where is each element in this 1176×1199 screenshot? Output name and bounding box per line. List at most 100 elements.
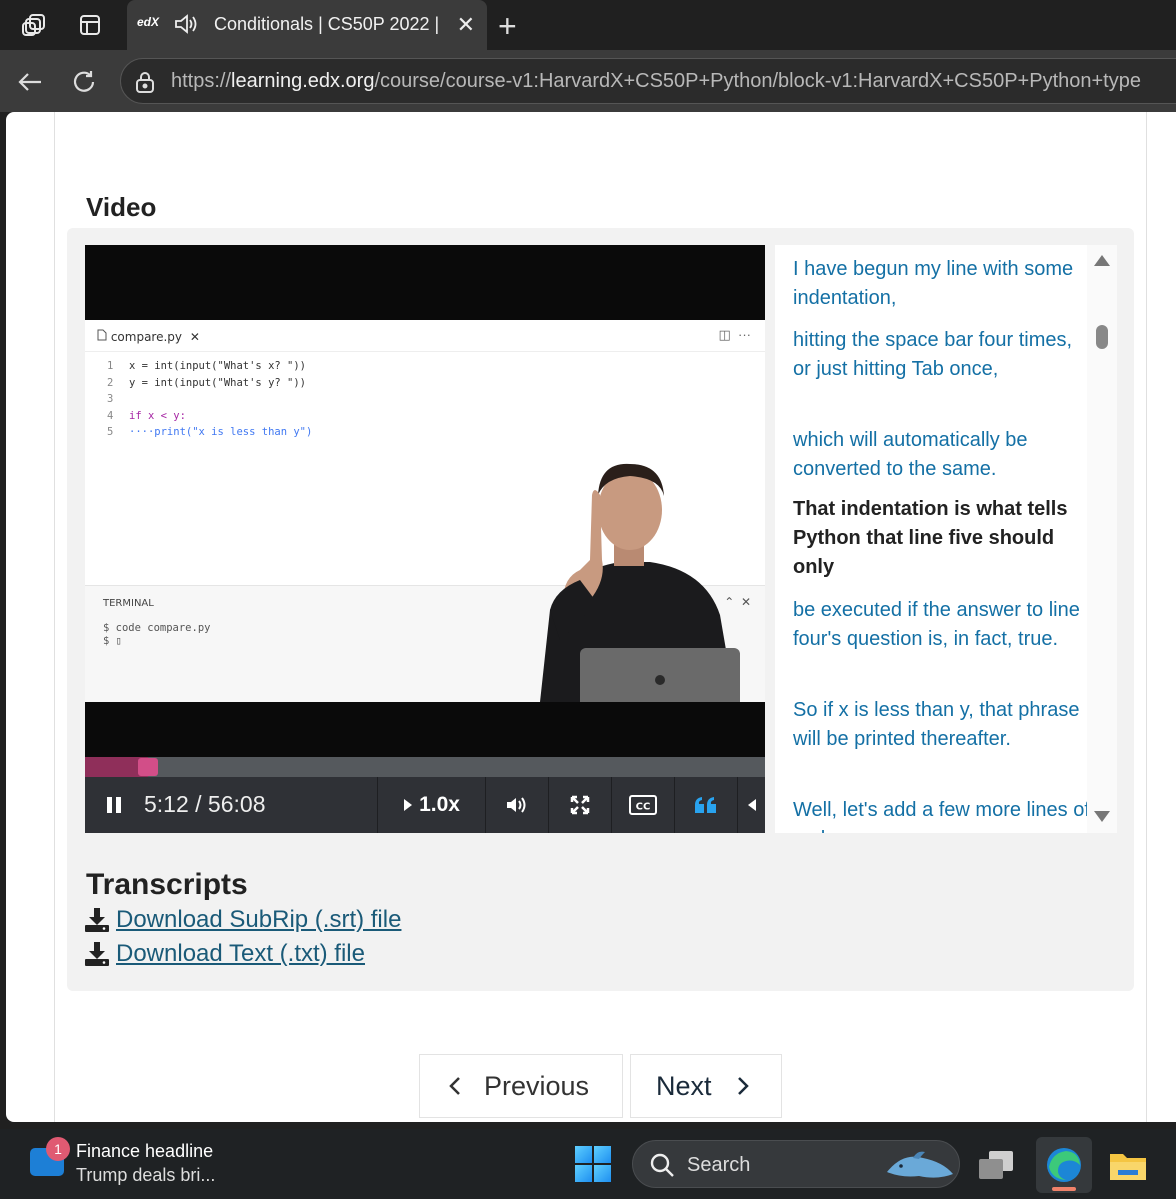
cc-icon: CC (629, 795, 657, 815)
file-explorer-icon[interactable] (1100, 1137, 1156, 1193)
caret-right-icon (404, 799, 413, 811)
previous-label: Previous (484, 1070, 590, 1101)
video-frame[interactable]: compare.py ✕ ◫ ··· 1 x = int(input("What'… (85, 320, 765, 702)
download-icon (85, 942, 109, 966)
code-text: if x < y: (129, 409, 186, 422)
transcript-scrollbar[interactable] (1087, 245, 1117, 833)
edx-favicon: edX (137, 15, 160, 29)
transcript-cue-active[interactable]: That indentation is what tells Python th… (793, 495, 1093, 582)
speed-label: 1.0x (419, 793, 460, 816)
line-number: 1 (107, 360, 114, 372)
closed-captions-button[interactable]: CC (611, 777, 674, 833)
pause-icon (107, 797, 121, 813)
transcript-cue[interactable]: I have begun my line with some indentati… (793, 255, 1093, 313)
line-number: 5 (107, 426, 114, 438)
volume-button[interactable] (485, 777, 548, 833)
editor-file-tab: compare.py ✕ (97, 329, 200, 344)
news-headline-title[interactable]: Finance headline (76, 1141, 213, 1162)
search-icon (650, 1153, 674, 1177)
download-txt-link[interactable]: Download Text (.txt) file (84, 940, 365, 968)
windows-start-icon[interactable] (575, 1146, 611, 1182)
workspaces-icon[interactable] (20, 10, 50, 40)
search-highlight-icon (887, 1151, 953, 1178)
pause-button[interactable] (85, 777, 143, 833)
code-line: 4 if x < y: (107, 408, 312, 425)
caret-left-icon (747, 799, 756, 811)
close-tab-icon[interactable]: ✕ (457, 12, 475, 38)
transcript-cue[interactable]: So if x is less than y, that phrase will… (793, 696, 1093, 754)
code-line: 1 x = int(input("What's x? ")) (107, 358, 312, 375)
video-heading: Video (86, 192, 157, 222)
url-scheme: https:// (171, 70, 232, 92)
close-icon: ✕ (189, 330, 200, 344)
download-srt-label[interactable]: Download SubRip (.srt) file (116, 906, 401, 934)
transcripts-heading: Transcripts (86, 868, 248, 901)
taskbar-search[interactable]: Search (632, 1140, 960, 1188)
terminal-line: $ ▯ (103, 635, 122, 647)
video-player[interactable]: compare.py ✕ ◫ ··· 1 x = int(input("What'… (85, 245, 765, 833)
video-controls: 5:12 / 56:08 1.0x CC (85, 777, 765, 833)
code-text: y = int(input("What's y? ")) (129, 376, 307, 389)
editor-tab-bar: compare.py ✕ ◫ ··· (85, 320, 765, 352)
code-text: ····print("x is less than y") (129, 426, 313, 438)
chevron-right-icon (737, 1077, 749, 1095)
terminal-output: $ code compare.py $ ▯ (103, 622, 210, 648)
transcript-cue[interactable]: be executed if the answer to line four's… (793, 596, 1093, 654)
url-host: learning.edx.org (231, 70, 375, 92)
code-line: 2 y = int(input("What's y? ")) (107, 375, 312, 392)
video-progress-bar[interactable] (85, 757, 765, 777)
transcript-cue[interactable]: hitting the space bar four times, or jus… (793, 326, 1093, 384)
file-icon (97, 329, 107, 341)
back-arrow-icon[interactable] (13, 65, 47, 99)
progress-handle[interactable] (137, 758, 158, 776)
task-view-graphic (979, 1151, 1013, 1179)
tab-title: Conditionals | CS50P 2022 | ( (214, 14, 444, 34)
next-button[interactable]: Next (630, 1054, 782, 1118)
content-divider (1146, 112, 1147, 1122)
scroll-up-icon[interactable] (1094, 255, 1110, 266)
edge-browser-icon[interactable] (1036, 1137, 1092, 1193)
task-view-icon[interactable] (968, 1137, 1024, 1193)
previous-button[interactable]: Previous (419, 1054, 623, 1118)
code-line: 5 ····print("x is less than y") (107, 424, 312, 441)
refresh-icon[interactable] (67, 65, 101, 99)
download-txt-label[interactable]: Download Text (.txt) file (116, 940, 365, 968)
line-number: 4 (107, 409, 114, 422)
news-headline-text[interactable]: Trump deals bri... (76, 1165, 215, 1186)
code-block: 1 x = int(input("What's x? ")) 2 y = int(i… (107, 358, 312, 441)
download-icon (85, 908, 109, 932)
url-field[interactable]: https://learning.edx.org/course/course-v… (120, 58, 1176, 104)
content-divider (54, 112, 55, 1122)
terminal-title: TERMINAL (103, 598, 154, 609)
vertical-tabs-icon[interactable] (75, 10, 105, 40)
line-number: 2 (107, 376, 114, 389)
download-srt-link[interactable]: Download SubRip (.srt) file (84, 906, 401, 934)
notification-badge: 1 (46, 1137, 70, 1161)
transcript-panel[interactable]: I have begun my line with some indentati… (775, 245, 1117, 833)
more-controls-button[interactable] (737, 777, 765, 833)
editor-file-name: compare.py (110, 330, 183, 344)
fullscreen-icon (570, 795, 590, 815)
line-number: 3 (107, 393, 114, 405)
scroll-down-icon[interactable] (1094, 811, 1110, 822)
volume-icon (507, 797, 526, 813)
new-tab-icon[interactable]: + (498, 8, 517, 45)
chevron-left-icon (449, 1077, 460, 1095)
editor-tools: ◫ ··· (718, 327, 752, 342)
speaker-icon[interactable] (173, 12, 199, 41)
terminal-line: $ code compare.py (103, 622, 211, 634)
quote-icon (695, 797, 716, 813)
speed-button[interactable]: 1.0x (377, 777, 485, 833)
code-line: 3 (107, 391, 312, 408)
url-text: https://learning.edx.org/course/course-v… (171, 70, 1141, 93)
tab-active[interactable]: edX Conditionals | CS50P 2022 | ( ✕ (127, 0, 487, 50)
browser-tab-bar: edX Conditionals | CS50P 2022 | ( ✕ + (0, 0, 1176, 50)
transcript-toggle-button[interactable] (674, 777, 737, 833)
code-text: x = int(input("What's x? ")) (129, 360, 307, 372)
lock-icon[interactable] (135, 71, 155, 98)
transcript-cue[interactable]: Well, let's add a few more lines of code (793, 796, 1093, 833)
transcript-cue[interactable]: which will automatically be converted to… (793, 426, 1093, 484)
fullscreen-button[interactable] (548, 777, 611, 833)
search-label: Search (687, 1154, 751, 1176)
scroll-thumb[interactable] (1096, 325, 1108, 349)
